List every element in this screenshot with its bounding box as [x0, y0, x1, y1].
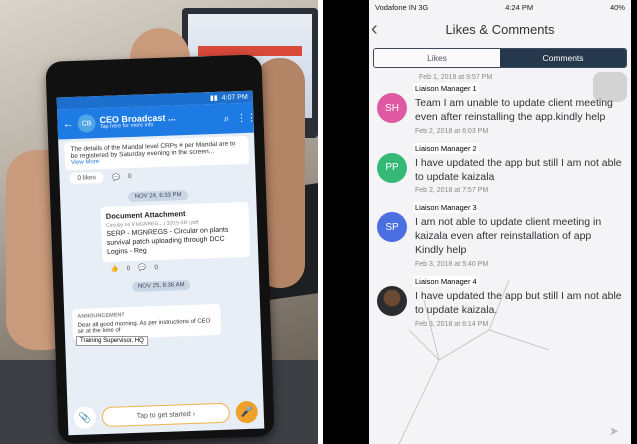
comment-icon[interactable]: 💬: [138, 264, 146, 272]
commenter-name: Liaison Manager 2: [413, 142, 479, 154]
tab-bar: Likes Comments: [373, 48, 627, 68]
comment-item: PP Liaison Manager 2 I have updated the …: [369, 141, 631, 201]
comment-date: Feb 1, 2018 at 9:57 PM: [419, 74, 493, 81]
left-photo: ▮▮ 4:07 PM ← CB CEO Broadcast ... Tap he…: [0, 0, 318, 444]
phone-device: ▮▮ 4:07 PM ← CB CEO Broadcast ... Tap he…: [45, 54, 275, 444]
commenter-name: Liaison Manager 4: [413, 276, 479, 288]
avatar[interactable]: [377, 286, 407, 317]
get-started-button[interactable]: Tap to get started ›: [101, 402, 231, 428]
status-time: 4:24 PM: [505, 2, 534, 12]
comment-date: Feb 3, 2018 at 5:40 PM: [415, 261, 489, 269]
send-icon[interactable]: ➤: [609, 424, 619, 438]
status-bar: Vodafone IN 3G 4:24 PM 40%: [369, 0, 631, 14]
signal-icon: ▮▮: [209, 94, 218, 103]
message-card[interactable]: The details of the Mandal level CRPs # p…: [64, 135, 250, 171]
comment-icon[interactable]: 💬: [112, 173, 120, 181]
search-icon[interactable]: ⌕: [220, 113, 232, 124]
comment-date: Feb 2, 2018 at 6:03 PM: [415, 127, 489, 135]
redaction-label: Training Supervisor, HQ: [76, 336, 148, 346]
likes-comments-screen: Vodafone IN 3G 4:24 PM 40% ‹ Likes & Com…: [369, 0, 631, 444]
tab-likes[interactable]: Likes: [374, 49, 500, 67]
comment-item: SP Liaison Manager 3 I am not able to up…: [369, 200, 631, 274]
commenter-name: Liaison Manager 3: [413, 202, 479, 214]
document-body: SERP - MGNREGS - Circular on plants surv…: [106, 226, 229, 256]
announcement-text: Dear all good morning. As per instructio…: [77, 318, 211, 336]
comment-text: I have updated the app but still I am no…: [415, 156, 622, 183]
announcement-card[interactable]: ANNOUNCEMENT Dear all good morning. As p…: [72, 304, 222, 341]
status-time: 4:07 PM: [221, 93, 248, 102]
like-icon[interactable]: 👍: [111, 265, 119, 273]
floating-overlay: [593, 72, 627, 102]
avatar[interactable]: SH: [377, 93, 407, 123]
comment-date: Feb 2, 2018 at 7:57 PM: [415, 187, 489, 195]
chevron-left-icon[interactable]: ‹: [371, 18, 378, 41]
chat-header[interactable]: ← CB CEO Broadcast ... Tap here for more…: [57, 102, 257, 140]
page-title: Likes & Comments: [445, 21, 555, 37]
comment-text: I am not able to update client meeting i…: [415, 216, 602, 257]
tab-comments[interactable]: Comments: [500, 49, 626, 67]
header-title-block[interactable]: CEO Broadcast ... Tap here for more info: [99, 112, 216, 131]
right-photo: Vodafone IN 3G 4:24 PM 40% ‹ Likes & Com…: [323, 0, 637, 444]
nav-bar: ‹ Likes & Comments: [369, 14, 631, 44]
attach-icon[interactable]: 📎: [73, 406, 97, 430]
comment-item: Liaison Manager 4 I have updated the app…: [369, 274, 631, 334]
avatar[interactable]: SP: [377, 212, 407, 243]
date-separator: NOV 25, 8:36 AM: [63, 271, 260, 296]
comment-date: Feb 3, 2018 at 6:14 PM: [415, 320, 489, 328]
document-likes-count: 0: [126, 264, 131, 272]
microphone-icon[interactable]: 🎤: [235, 400, 259, 424]
comment-text: Team I am unable to update client meetin…: [415, 97, 613, 123]
likes-button[interactable]: 0 likes: [69, 171, 105, 185]
comments-count: 0: [127, 172, 132, 181]
commenter-name: Liaison Manager 1: [413, 83, 479, 94]
document-attachment-card[interactable]: Document Attachment Circular no 9 MGNREG…: [100, 201, 251, 263]
battery-label: 40%: [609, 2, 625, 12]
comment-item: SH Liaison Manager 1 Team I am unable to…: [369, 81, 631, 141]
grid-menu-icon[interactable]: ⋮⋮: [236, 112, 256, 124]
phone-screen: ▮▮ 4:07 PM ← CB CEO Broadcast ... Tap he…: [56, 90, 265, 436]
composer-bar: 📎 Tap to get started › 🎤: [67, 394, 264, 435]
comment-text: I have updated the app but still I am no…: [415, 290, 622, 316]
arrow-left-icon[interactable]: ←: [62, 118, 73, 130]
document-comments-count: 0: [154, 263, 159, 271]
carrier-label: Vodafone IN 3G: [375, 2, 429, 12]
avatar[interactable]: CB: [77, 114, 96, 133]
avatar[interactable]: PP: [377, 152, 407, 183]
